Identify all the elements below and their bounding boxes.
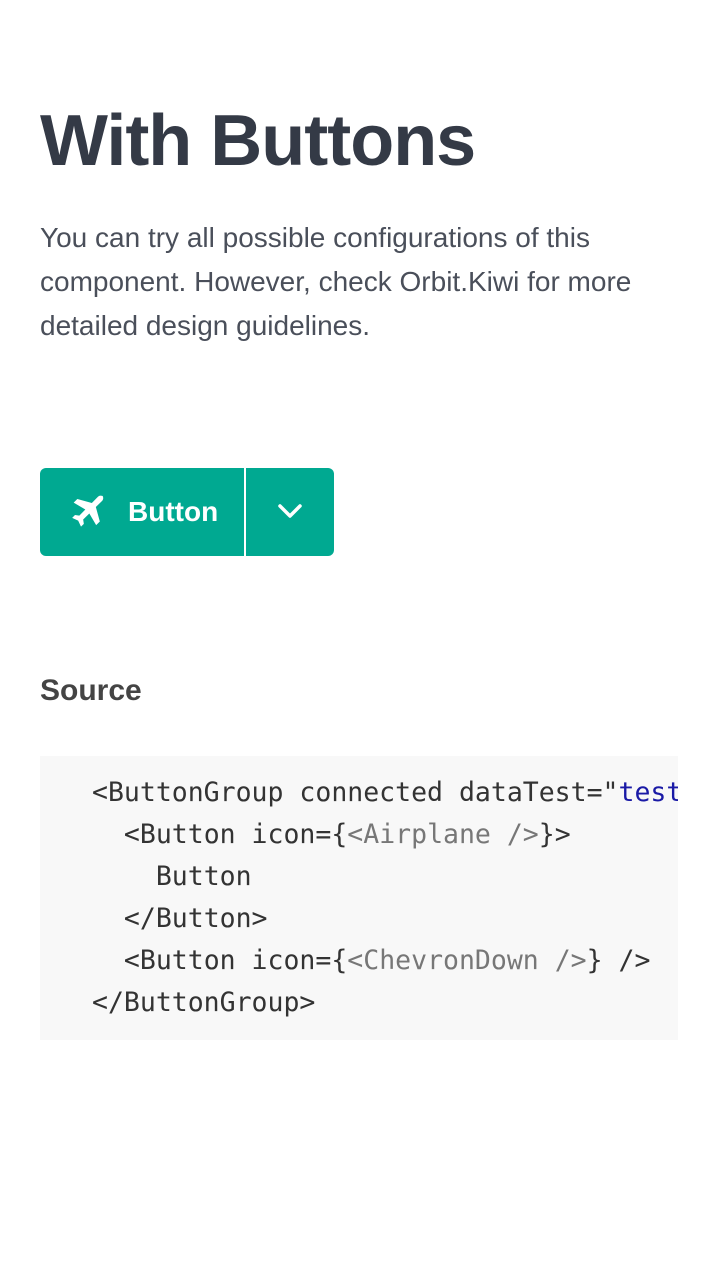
code-token: } />: [586, 945, 651, 976]
code-token: test": [618, 777, 679, 808]
code-line: </ButtonGroup>: [92, 982, 678, 1024]
airplane-button[interactable]: Button: [40, 468, 244, 556]
button-group: Button: [40, 468, 334, 556]
code-line: <Button icon={<ChevronDown />} />: [92, 940, 678, 982]
code-block: <ButtonGroup connected dataTest="test"> …: [40, 756, 678, 1040]
airplane-icon: [68, 492, 108, 532]
chevron-dropdown-button[interactable]: [246, 468, 334, 556]
code-token: }>: [538, 819, 571, 850]
code-token: <Airplane />: [347, 819, 539, 850]
code-token: </ButtonGroup>: [92, 987, 316, 1018]
code-token: <Button icon={: [123, 945, 348, 976]
code-token: </Button>: [123, 903, 268, 934]
code-token: <ButtonGroup connected dataTest=": [92, 777, 619, 808]
chevron-down-icon: [277, 503, 303, 522]
code-line: <ButtonGroup connected dataTest="test">: [92, 772, 678, 814]
code-line: <Button icon={<Airplane />}>: [92, 814, 678, 856]
page-title: With Buttons: [40, 101, 476, 181]
button-label: Button: [128, 496, 219, 527]
source-code: <ButtonGroup connected dataTest="test"> …: [40, 756, 678, 1024]
code-line: </Button>: [92, 898, 678, 940]
code-token: <Button icon={: [123, 819, 348, 850]
source-heading: Source: [40, 674, 142, 707]
code-line: Button: [92, 856, 678, 898]
page-description: You can try all possible configurations …: [40, 222, 632, 341]
code-token: <ChevronDown />: [347, 945, 587, 976]
code-token: Button: [155, 861, 252, 892]
